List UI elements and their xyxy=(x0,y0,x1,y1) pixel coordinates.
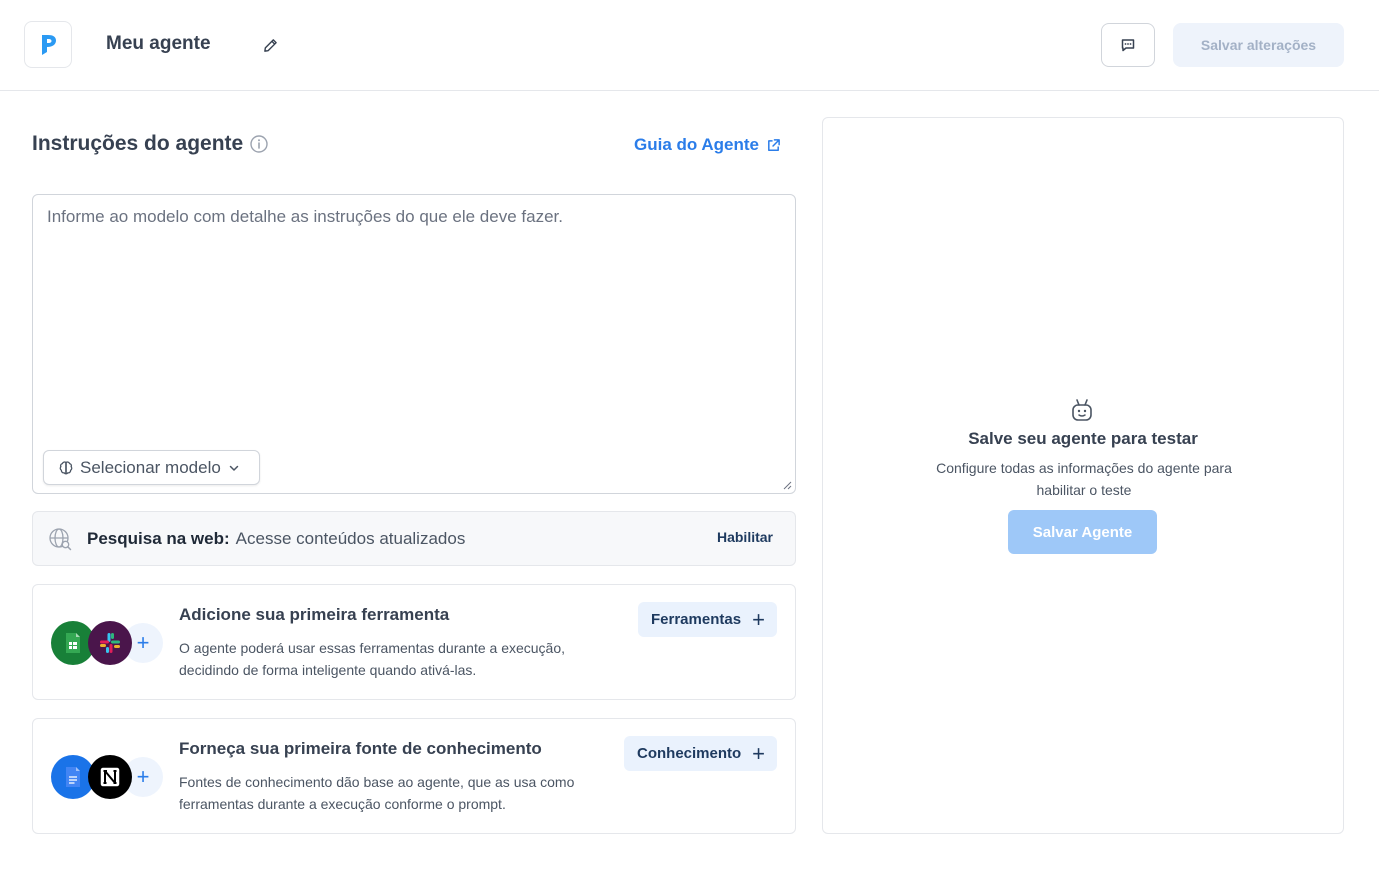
edit-name-button[interactable] xyxy=(261,36,279,54)
knowledge-card-description: Fontes de conhecimento dão base ao agent… xyxy=(179,774,575,812)
resize-handle-icon[interactable] xyxy=(782,480,792,490)
plus-icon: + xyxy=(752,740,765,766)
model-select-label: Selecionar modelo xyxy=(80,457,221,477)
test-panel-title: Salve seu agente para testar xyxy=(968,429,1198,448)
knowledge-card-title: Forneça sua primeira fonte de conhecimen… xyxy=(179,739,542,758)
agent-name: Meu agente xyxy=(106,33,211,54)
add-tools-label: Ferramentas xyxy=(651,611,742,628)
tools-card-description: O agente poderá usar essas ferramentas d… xyxy=(179,640,566,678)
tools-icons: + xyxy=(51,621,163,665)
add-knowledge-label: Conhecimento xyxy=(637,745,742,762)
external-link-icon xyxy=(768,138,780,151)
web-search-label: Pesquisa na web: xyxy=(87,528,230,548)
instructions-textarea[interactable] xyxy=(33,195,795,493)
web-search-description: Acesse conteúdos atualizados xyxy=(235,528,466,548)
notion-icon xyxy=(88,755,132,799)
knowledge-icons: + xyxy=(51,755,163,799)
instructions-title: Instruções do agente xyxy=(32,132,268,156)
header: Meu agente Salvar alterações xyxy=(0,0,1379,91)
instructions-title-text: Instruções do agente xyxy=(32,132,244,155)
add-knowledge-button[interactable]: Conhecimento + xyxy=(624,736,777,771)
test-panel: Salve seu agente para testar Configure t… xyxy=(822,117,1344,834)
globe-search-icon xyxy=(48,527,72,551)
logo[interactable] xyxy=(24,21,72,68)
chevron-down-icon xyxy=(228,462,240,474)
agent-guide-link[interactable]: Guia do Agente xyxy=(634,135,781,155)
save-agent-button[interactable]: Salvar Agente xyxy=(1008,510,1157,554)
knowledge-card: + Forneça sua primeira fonte de conhecim… xyxy=(32,718,796,834)
robot-icon xyxy=(1072,399,1092,421)
info-icon[interactable] xyxy=(250,135,268,153)
chat-button[interactable] xyxy=(1101,23,1155,67)
enable-web-search-button[interactable]: Habilitar xyxy=(717,529,773,545)
model-select-dropdown[interactable]: Selecionar modelo xyxy=(43,450,260,485)
slack-icon xyxy=(88,621,132,665)
tools-card-title: Adicione sua primeira ferramenta xyxy=(179,605,450,624)
agent-guide-label: Guia do Agente xyxy=(634,135,759,154)
brain-icon xyxy=(58,460,74,476)
plus-icon: + xyxy=(752,606,765,632)
logo-p-icon xyxy=(42,34,56,55)
save-changes-button[interactable]: Salvar alterações xyxy=(1173,23,1344,67)
add-tools-button[interactable]: Ferramentas + xyxy=(638,602,777,637)
test-panel-description: Configure todas as informações do agente… xyxy=(936,460,1232,498)
instructions-box: Selecionar modelo xyxy=(32,194,796,494)
chat-icon xyxy=(1121,39,1135,52)
pencil-icon xyxy=(263,38,277,52)
web-search-row: Pesquisa na web: Acesse conteúdos atuali… xyxy=(32,511,796,566)
tools-card: + Adicione sua primeira ferramenta O age… xyxy=(32,584,796,700)
